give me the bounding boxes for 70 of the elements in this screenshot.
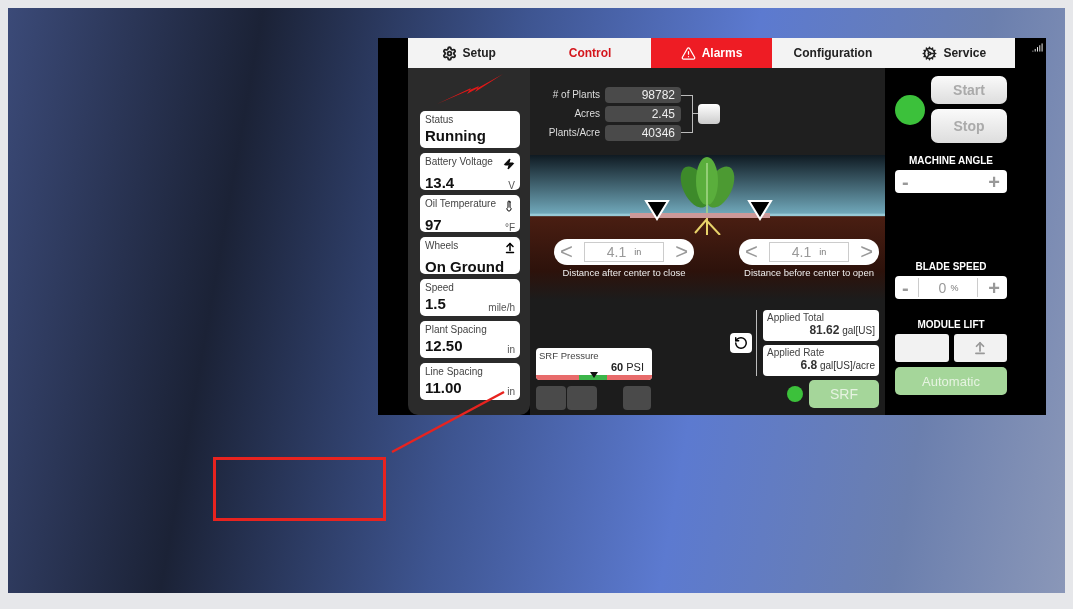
counter-label: # of Plants [551,89,600,100]
card-value: 13.4 [425,174,456,191]
marker-icon [644,200,670,221]
applied-value: 81.62 gal[US] [808,323,875,337]
card-label: Speed [425,282,455,293]
decrease-button[interactable]: < [745,241,758,263]
tab[interactable]: Control [529,38,651,68]
card-unit: in [507,344,515,355]
distance-caption: Distance after center to close [562,267,686,278]
increase-button[interactable]: > [860,241,873,263]
section-title: BLADE SPEED [914,261,988,272]
lift-button[interactable] [953,334,1007,362]
upload-icon [504,242,517,254]
blank-button[interactable] [536,386,566,410]
card-label: Line Spacing [425,366,484,377]
signal-icon [1032,42,1043,53]
card-value: 11.00 [425,378,463,396]
warning-icon [680,45,696,61]
counter-value: 40346 [605,124,681,141]
card-label: Battery Voltage [425,156,494,169]
lightning-icon [503,158,515,170]
card-value: 12.50 [425,336,464,354]
distance-caption: Distance before center to open [744,267,874,278]
blank-button[interactable] [567,386,597,410]
start-button[interactable]: Start [931,76,1007,104]
reset-button[interactable] [730,333,752,353]
card-unit: in [507,386,515,397]
stop-button[interactable]: Stop [931,109,1007,143]
blank-button[interactable] [623,386,651,410]
counter-label: Acres [573,108,600,119]
tab[interactable]: Configuration [772,38,894,68]
card-label: Status [425,114,455,125]
card-value: 97 [425,216,443,233]
pressure-label: SRF Pressure [538,349,600,361]
applied-label: Applied Rate [767,347,826,358]
decrease-button[interactable]: - [899,277,912,298]
increase-button[interactable]: + [985,171,1003,192]
card-unit: V [508,180,515,191]
tab[interactable]: Alarms [650,38,773,68]
increase-button[interactable]: > [675,241,688,263]
card-label: Wheels [425,240,460,253]
card-label: Plant Spacing [425,324,488,335]
counter-value: 2.45 [605,105,681,122]
decrease-button[interactable]: - [899,171,912,192]
card-value: 1.5 [425,294,447,312]
card-value: Running [425,126,487,144]
counter-label: Plants/Acre [547,127,600,138]
tab[interactable]: Setup [408,38,530,68]
applied-value: 6.8 gal[US]/acre [799,358,875,372]
counter-value: 98782 [605,86,681,103]
card-unit: mile/h [488,302,515,313]
distance-field[interactable]: 4.1 in [584,242,664,262]
settings-icon [922,45,938,61]
upload-icon [973,341,988,355]
thermometer-icon [503,200,515,212]
card-label: Oil Temperature [425,198,497,211]
applied-label: Applied Total [767,312,826,323]
settings-icon [441,45,457,61]
pressure-value: 60 PSI [609,361,645,373]
tab[interactable]: Service [893,38,1015,68]
card-unit: °F [504,222,515,233]
section-title: MODULE LIFT [916,319,986,330]
decrease-button[interactable]: < [560,241,573,263]
reset-icon [734,336,748,350]
section-title: MACHINE ANGLE [907,155,995,166]
increase-button[interactable]: + [985,277,1003,298]
card-value: On Ground [425,258,505,275]
speed-field[interactable]: 0 % [918,278,979,297]
marker-icon [747,200,773,221]
distance-field[interactable]: 4.1 in [769,242,849,262]
